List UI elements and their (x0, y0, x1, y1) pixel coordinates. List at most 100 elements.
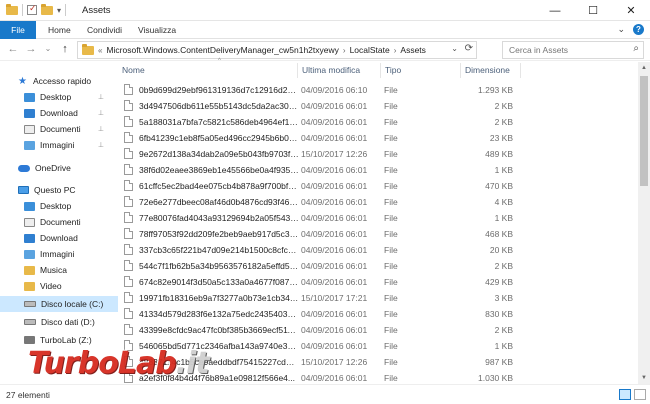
breadcrumb-separator-icon[interactable]: › (343, 46, 346, 55)
column-header-name[interactable]: Nome (118, 63, 298, 78)
details-view-icon[interactable] (619, 389, 631, 400)
file-icon (124, 164, 133, 175)
nav-item-desktop-pc[interactable]: Desktop (0, 198, 118, 214)
tab-visualizza[interactable]: Visualizza (130, 21, 184, 39)
expand-ribbon-icon[interactable]: ⌄ (617, 24, 625, 35)
pin-icon[interactable]: ⊥ (98, 141, 104, 149)
file-row[interactable]: 19971fb18316eb9a7f3277a0b73e1cb343... 15/… (118, 290, 639, 306)
file-size: 1.030 KB (478, 373, 513, 383)
file-type: File (384, 133, 398, 143)
nav-item-disco-locale-c[interactable]: Disco locale (C:) (0, 296, 118, 312)
nav-item-musica[interactable]: Musica (0, 262, 118, 278)
nav-item-label: Questo PC (34, 185, 76, 195)
back-button[interactable]: ← (6, 42, 20, 56)
nav-item-desktop[interactable]: Desktop ⊥ (0, 89, 118, 105)
large-icons-view-icon[interactable] (634, 389, 646, 400)
nav-item-documenti-pc[interactable]: Documenti (0, 214, 118, 230)
forward-button[interactable]: → (24, 42, 38, 56)
scrollbar-thumb[interactable] (640, 76, 648, 186)
file-size: 2 KB (494, 117, 513, 127)
nav-item-immagini-pc[interactable]: Immagini (0, 246, 118, 262)
file-row[interactable]: 9e2672d138a34dab2a09e5b043fb9703fa... 15/… (118, 146, 639, 162)
file-row[interactable]: 43399e8cfdc9ac47fc0bf385b3669ecf511... 04… (118, 322, 639, 338)
file-row[interactable]: 674c82e9014f3d50a5c133a0a4677f0874a... 04… (118, 274, 639, 290)
maximize-button[interactable]: ☐ (574, 0, 612, 21)
search-icon[interactable]: ⌕ (633, 43, 639, 54)
breadcrumb-separator-icon[interactable]: › (394, 46, 397, 55)
nav-item-download-pc[interactable]: Download (0, 230, 118, 246)
file-type: File (384, 277, 398, 287)
file-row[interactable]: 6fb41239c1eb8f5a05ed496cc2945b6b05... 04/… (118, 130, 639, 146)
file-row[interactable]: 41334d579d283f6e132a75edc2435403ec... 04/… (118, 306, 639, 322)
pin-icon[interactable]: ⊥ (98, 125, 104, 133)
tab-home[interactable]: Home (40, 21, 79, 39)
search-input[interactable] (503, 42, 623, 58)
file-row[interactable]: 61cffc5ec2bad4ee075cb4b878a9f700bfc... 04… (118, 178, 639, 194)
help-icon[interactable]: ? (633, 24, 644, 35)
file-row[interactable]: 5a188031a7bfa7c5821c586deb4964ef18f... 04… (118, 114, 639, 130)
minimize-button[interactable]: — (536, 0, 574, 21)
nav-item-label: OneDrive (35, 163, 71, 173)
file-icon (124, 116, 133, 127)
file-type: File (384, 325, 398, 335)
new-folder-icon[interactable] (41, 3, 53, 15)
tab-condividi[interactable]: Condividi (79, 21, 130, 39)
breadcrumb-item[interactable]: Microsoft.Windows.ContentDeliveryManager… (106, 45, 338, 55)
breadcrumb-item[interactable]: LocalState (350, 45, 390, 55)
tab-file[interactable]: File (0, 21, 36, 39)
file-row[interactable]: 337cb3c65f221b47d09e214b1500c8cfc72... 04… (118, 242, 639, 258)
column-header-modified[interactable]: Ultima modifica (298, 63, 381, 78)
file-type: File (384, 197, 398, 207)
column-header-type[interactable]: Tipo (381, 63, 461, 78)
file-row[interactable]: 72e6e277dbeec08af46d0b4876cd93f468... 04/… (118, 194, 639, 210)
address-dropdown-icon[interactable]: ⌄ (451, 44, 458, 53)
up-button[interactable]: ↑ (58, 42, 72, 56)
nav-item-video[interactable]: Video (0, 278, 118, 294)
file-name: 77e80076fad4043a93129694b2a05f5435... (139, 213, 299, 223)
file-modified: 15/10/2017 17:21 (301, 293, 368, 303)
recent-locations-icon[interactable]: ⌄ (41, 42, 55, 56)
vertical-scrollbar[interactable]: ▲ ▼ (638, 62, 650, 384)
customize-toolbar-icon[interactable]: ▾ (57, 6, 61, 15)
file-type: File (384, 341, 398, 351)
file-row[interactable]: 38f6d02eaee3869eb1e45566be0a4f935b... 04/… (118, 162, 639, 178)
nav-item-questo-pc[interactable]: Questo PC (0, 182, 118, 198)
divider (22, 4, 23, 16)
file-modified: 04/09/2016 06:01 (301, 133, 368, 143)
file-modified: 04/09/2016 06:01 (301, 117, 368, 127)
file-row[interactable]: 0b9d699d29ebf961319136d7c12916d21... 04/0… (118, 82, 639, 98)
documents-icon (24, 124, 35, 134)
file-modified: 04/09/2016 06:10 (301, 85, 368, 95)
nav-item-accesso-rapido[interactable]: ★ Accesso rapido (0, 73, 118, 89)
file-row[interactable]: 77e80076fad4043a93129694b2a05f5435... 04/… (118, 210, 639, 226)
properties-icon[interactable] (27, 3, 37, 15)
pin-icon[interactable]: ⊥ (98, 93, 104, 101)
scroll-up-icon[interactable]: ▲ (638, 62, 650, 74)
nav-item-onedrive[interactable]: OneDrive (0, 160, 118, 176)
file-row[interactable]: 544c7f1fb62b5a34b9563576182a5effd55... 04… (118, 258, 639, 274)
nav-item-immagini[interactable]: Immagini ⊥ (0, 137, 118, 153)
scroll-down-icon[interactable]: ▼ (638, 372, 650, 384)
file-row[interactable]: 78ff97053f92dd209fe2beb9aeb917d5c30... 04… (118, 226, 639, 242)
address-bar[interactable]: « Microsoft.Windows.ContentDeliveryManag… (77, 41, 477, 59)
file-name: 544c7f1fb62b5a34b9563576182a5effd55... (139, 261, 299, 271)
overflow-icon[interactable]: « (98, 46, 102, 55)
ribbon-right-controls: ⌄ ? (617, 24, 644, 35)
file-type: File (384, 261, 398, 271)
divider (65, 4, 67, 16)
file-size: 468 KB (485, 229, 513, 239)
network-drive-icon (24, 336, 35, 344)
column-header-size[interactable]: Dimensione (461, 63, 521, 78)
nav-item-label: Documenti (40, 217, 81, 227)
file-type: File (384, 309, 398, 319)
search-box[interactable]: ⌕ (502, 41, 644, 59)
pin-icon[interactable]: ⊥ (98, 109, 104, 117)
close-button[interactable]: ✕ (612, 0, 650, 21)
file-row[interactable]: 3d4947506db611e55b5143dc5da2ac303... 04/0… (118, 98, 639, 114)
refresh-icon[interactable]: ⟳ (465, 43, 473, 54)
nav-item-documenti[interactable]: Documenti ⊥ (0, 121, 118, 137)
nav-item-download[interactable]: Download ⊥ (0, 105, 118, 121)
nav-item-disco-dati-d[interactable]: Disco dati (D:) (0, 314, 118, 330)
breadcrumb-item[interactable]: Assets (400, 45, 426, 55)
file-icon (124, 132, 133, 143)
